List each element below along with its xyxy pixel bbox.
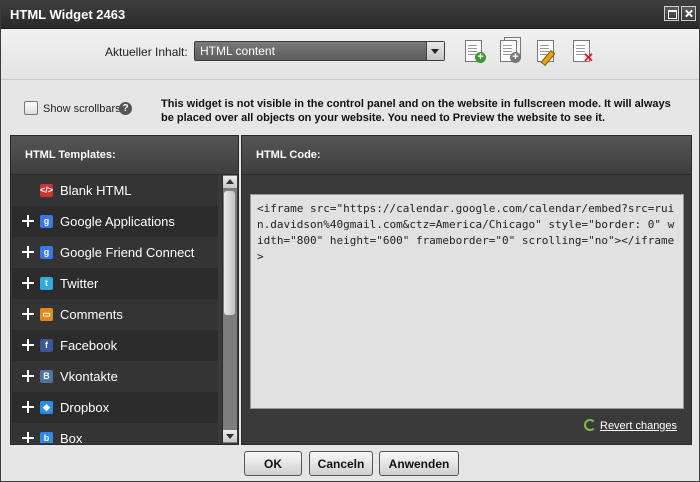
show-scrollbars-label[interactable]: Show scrollbars (43, 103, 121, 115)
templates-header: HTML Templates: (11, 136, 238, 175)
blank-html-icon: </> (40, 184, 54, 197)
template-item-label: Google Friend Connect (60, 245, 195, 260)
title-bar[interactable]: HTML Widget 2463 (1, 1, 699, 29)
templates-scrollbar[interactable] (222, 175, 237, 443)
templates-list: </> Blank HTML g Google Applications g Google… (12, 175, 218, 443)
vkontakte-icon: B (40, 370, 53, 383)
scroll-thumb[interactable] (224, 191, 235, 315)
template-item[interactable]: g Google Applications (12, 206, 218, 237)
facebook-icon: f (40, 339, 53, 352)
code-panel: HTML Code: <iframe src="https://calendar… (241, 135, 692, 445)
content-select[interactable]: HTML content (194, 41, 445, 61)
template-item[interactable]: </> Blank HTML (12, 175, 218, 206)
code-header: HTML Code: (242, 136, 691, 175)
template-item-label: Box (60, 431, 83, 443)
template-item-label: Twitter (60, 276, 99, 291)
template-item-label: Dropbox (60, 400, 110, 415)
scroll-down-icon[interactable] (223, 430, 237, 442)
google-icon: g (40, 246, 53, 259)
dialog-footer: OK Canceln Anwenden (1, 445, 699, 481)
cancel-button[interactable]: Canceln (309, 451, 373, 476)
template-item-label: Comments (60, 307, 123, 322)
expand-plus-icon[interactable] (22, 432, 34, 443)
dropbox-icon: ◆ (40, 401, 53, 414)
add-page-icon[interactable]: + (464, 39, 486, 65)
template-item[interactable]: b Box (12, 423, 218, 443)
expand-plus-icon[interactable] (22, 215, 34, 227)
chevron-down-icon[interactable] (426, 42, 444, 60)
html-code-editor[interactable]: <iframe src="https://calendar.google.com… (250, 194, 684, 409)
duplicate-page-icon[interactable]: + (499, 37, 521, 65)
help-icon[interactable]: ? (119, 102, 132, 115)
info-text: This widget is not visible in the contro… (161, 98, 671, 124)
revert-changes-label: Revert changes (600, 420, 678, 432)
templates-panel: HTML Templates: </> Blank HTML g Google App… (10, 135, 239, 445)
maximize-icon[interactable] (664, 6, 679, 21)
revert-changes-link[interactable]: Revert changes (584, 419, 678, 432)
expand-plus-icon[interactable] (22, 246, 34, 258)
options-area: Show scrollbars ? This widget is not vis… (1, 80, 699, 135)
template-item[interactable]: ▭ Comments (12, 299, 218, 330)
expand-plus-icon[interactable] (22, 308, 34, 320)
window-title: HTML Widget 2463 (10, 7, 126, 22)
ok-button[interactable]: OK (244, 451, 302, 476)
template-item-label: Blank HTML (60, 183, 132, 198)
template-item[interactable]: g Google Friend Connect (12, 237, 218, 268)
scroll-up-icon[interactable] (223, 176, 237, 188)
expand-plus-icon[interactable] (22, 339, 34, 351)
content-toolbar: Aktueller Inhalt: HTML content + + ✕ (1, 29, 699, 80)
apply-button[interactable]: Anwenden (379, 451, 459, 476)
content-select-value: HTML content (200, 44, 275, 58)
delete-page-icon[interactable]: ✕ (572, 39, 594, 65)
content-label: Aktueller Inhalt: (105, 45, 188, 59)
template-item-label: Facebook (60, 338, 118, 353)
google-icon: g (40, 215, 53, 228)
close-icon[interactable] (681, 6, 696, 21)
template-item-label: Vkontakte (60, 369, 118, 384)
edit-page-icon[interactable] (536, 39, 558, 67)
expand-plus-icon[interactable] (22, 277, 34, 289)
box-icon: b (40, 432, 53, 443)
expand-plus-icon[interactable] (22, 370, 34, 382)
template-item[interactable]: f Facebook (12, 330, 218, 361)
comments-icon: ▭ (40, 308, 53, 321)
template-item[interactable]: B Vkontakte (12, 361, 218, 392)
expand-plus-icon[interactable] (22, 401, 34, 413)
twitter-icon: t (40, 277, 53, 290)
template-item-label: Google Applications (60, 214, 175, 229)
template-item[interactable]: t Twitter (12, 268, 218, 299)
revert-icon (584, 419, 596, 431)
template-item[interactable]: ◆ Dropbox (12, 392, 218, 423)
show-scrollbars-checkbox[interactable] (24, 101, 38, 115)
html-widget-dialog: HTML Widget 2463 Aktueller Inhalt: HTML … (0, 0, 700, 482)
